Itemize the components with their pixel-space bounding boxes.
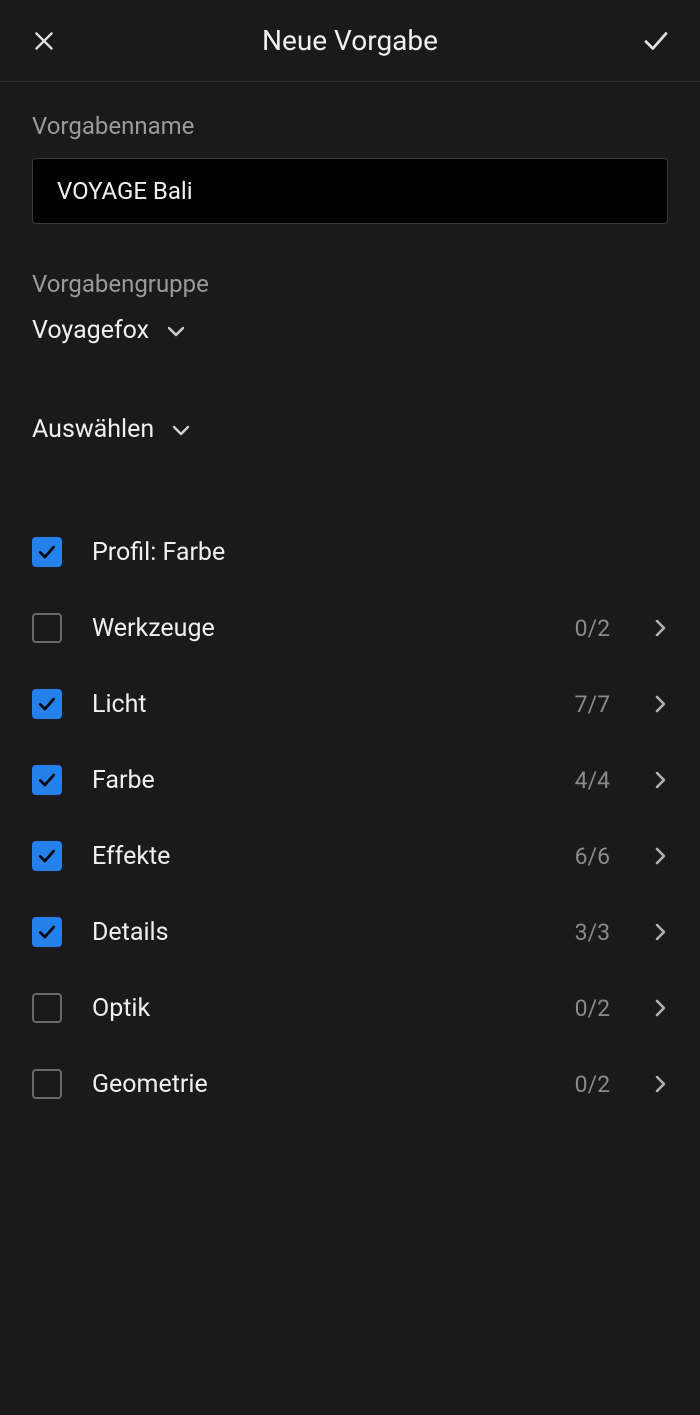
option-label: Licht <box>92 690 545 719</box>
option-count: 4/4 <box>575 767 610 794</box>
checkmark-icon <box>37 922 57 942</box>
confirm-button[interactable] <box>640 25 672 57</box>
options-list: Profil: Farbe Werkzeuge 0/2 Licht 7/7 Farbe 4/… <box>32 514 668 1122</box>
preset-group-label: Vorgabengruppe <box>32 270 668 298</box>
option-row: Optik 0/2 <box>32 970 668 1046</box>
option-row: Profil: Farbe <box>32 514 668 590</box>
preset-name-section: Vorgabenname <box>32 112 668 224</box>
chevron-right-icon[interactable] <box>654 769 668 791</box>
chevron-right-icon[interactable] <box>654 921 668 943</box>
checkmark-icon <box>37 694 57 714</box>
option-label: Geometrie <box>92 1070 545 1099</box>
close-icon <box>31 28 57 54</box>
option-checkbox[interactable] <box>32 917 62 947</box>
preset-name-label: Vorgabenname <box>32 112 668 140</box>
option-label: Werkzeuge <box>92 614 545 643</box>
option-row: Licht 7/7 <box>32 666 668 742</box>
option-count: 7/7 <box>575 691 610 718</box>
option-label: Details <box>92 918 545 947</box>
checkmark-icon <box>37 846 57 866</box>
chevron-right-icon[interactable] <box>654 997 668 1019</box>
option-checkbox[interactable] <box>32 537 62 567</box>
preset-group-section: Vorgabengruppe Voyagefox <box>32 270 668 345</box>
option-row: Werkzeuge 0/2 <box>32 590 668 666</box>
option-label: Profil: Farbe <box>92 538 668 567</box>
option-checkbox[interactable] <box>32 765 62 795</box>
content: Vorgabenname Vorgabengruppe Voyagefox Au… <box>0 82 700 1122</box>
checkmark-icon <box>37 770 57 790</box>
checkmark-icon <box>37 542 57 562</box>
select-label: Auswählen <box>32 415 154 444</box>
preset-group-dropdown[interactable]: Voyagefox <box>32 316 668 345</box>
option-label: Optik <box>92 994 545 1023</box>
option-checkbox[interactable] <box>32 1069 62 1099</box>
option-checkbox[interactable] <box>32 841 62 871</box>
close-button[interactable] <box>28 25 60 57</box>
chevron-right-icon[interactable] <box>654 693 668 715</box>
chevron-right-icon[interactable] <box>654 845 668 867</box>
option-row: Details 3/3 <box>32 894 668 970</box>
option-count: 6/6 <box>575 843 610 870</box>
option-row: Geometrie 0/2 <box>32 1046 668 1122</box>
option-checkbox[interactable] <box>32 993 62 1023</box>
chevron-down-icon <box>167 322 185 340</box>
option-row: Effekte 6/6 <box>32 818 668 894</box>
select-dropdown[interactable]: Auswählen <box>32 415 668 444</box>
preset-group-value: Voyagefox <box>32 316 149 345</box>
option-count: 0/2 <box>575 1071 610 1098</box>
option-checkbox[interactable] <box>32 689 62 719</box>
option-label: Farbe <box>92 766 545 795</box>
header: Neue Vorgabe <box>0 0 700 82</box>
select-section: Auswählen <box>32 415 668 444</box>
chevron-right-icon[interactable] <box>654 1073 668 1095</box>
option-row: Farbe 4/4 <box>32 742 668 818</box>
option-label: Effekte <box>92 842 545 871</box>
checkmark-icon <box>641 26 671 56</box>
preset-name-input[interactable] <box>32 158 668 224</box>
option-count: 0/2 <box>575 615 610 642</box>
chevron-down-icon <box>172 421 190 439</box>
option-checkbox[interactable] <box>32 613 62 643</box>
page-title: Neue Vorgabe <box>262 24 438 57</box>
option-count: 3/3 <box>575 919 610 946</box>
option-count: 0/2 <box>575 995 610 1022</box>
chevron-right-icon[interactable] <box>654 617 668 639</box>
